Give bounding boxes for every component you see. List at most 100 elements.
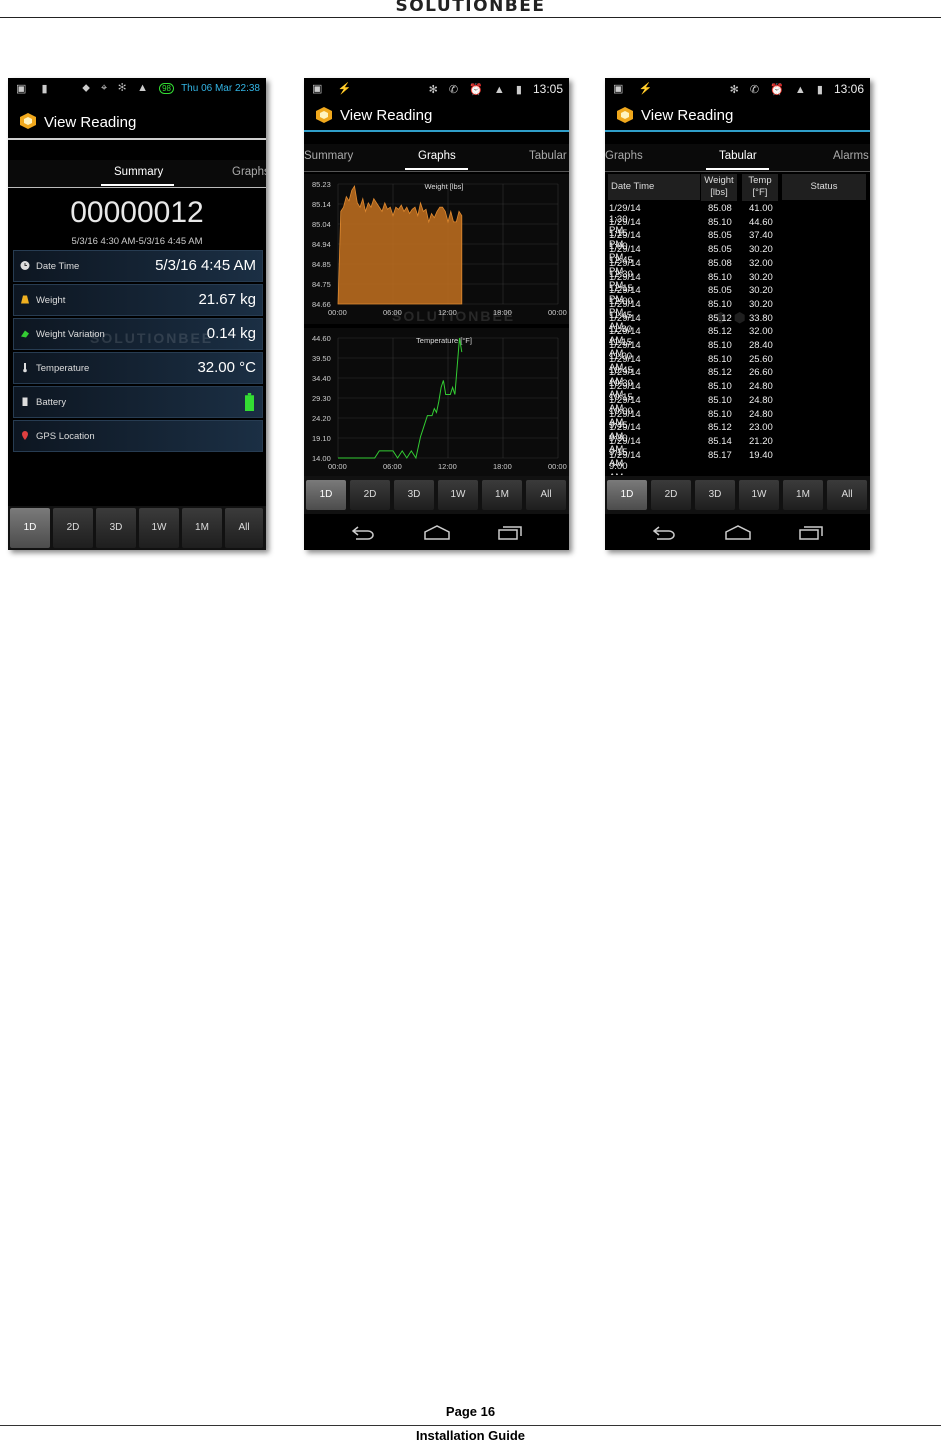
back-icon[interactable] — [651, 524, 677, 540]
tab-alarms[interactable]: Alarms — [833, 150, 869, 162]
page-number: Page 16 — [445, 1404, 496, 1419]
y-tick-label: 24.20 — [312, 414, 331, 423]
cell-weight: 85.05 — [708, 230, 732, 242]
cell-weight: 85.05 — [708, 285, 732, 297]
tab-strip-divider — [8, 187, 266, 188]
tab-summary[interactable]: Summary — [304, 150, 353, 162]
header-rule — [0, 17, 941, 18]
column-header-datetime: Date Time — [608, 174, 700, 200]
active-tab-indicator — [101, 184, 174, 186]
range-button-1d[interactable]: 1D — [10, 508, 50, 548]
y-tick-label: 85.14 — [312, 200, 331, 209]
tab-graphs[interactable]: Graphs — [605, 150, 643, 162]
range-button-all[interactable]: All — [827, 480, 867, 510]
cell-weight: 85.10 — [708, 271, 732, 283]
row-label: GPS Location — [36, 431, 95, 442]
tab-tabular[interactable]: Tabular — [529, 150, 567, 162]
range-button-3d[interactable]: 3D — [96, 508, 136, 548]
cell-weight: 85.05 — [708, 244, 732, 256]
range-button-1m[interactable]: 1M — [182, 508, 222, 548]
chart-title: Weight [lbs] — [424, 182, 463, 191]
weight-icon — [21, 295, 29, 304]
cell-weight: 85.12 — [708, 367, 732, 379]
x-tick-label: 18:00 — [493, 462, 512, 471]
range-button-3d[interactable]: 3D — [394, 480, 434, 510]
cell-weight: 85.08 — [708, 203, 732, 214]
back-icon[interactable] — [350, 524, 376, 540]
y-tick-label: 29.30 — [312, 394, 331, 403]
battery-icon — [22, 397, 28, 406]
phone-screenshot-tabular: ▣ ⚡ ✻ ✆ ⏰ ▲ ▮ 13:06 View Reading Graphs … — [605, 78, 870, 550]
weight-variation-icon — [21, 330, 29, 338]
footer-guide-title: Installation Guide — [415, 1428, 526, 1443]
range-button-3d[interactable]: 3D — [695, 480, 735, 510]
row-label: Battery — [36, 397, 67, 408]
action-bar-divider — [605, 130, 870, 132]
system-nav-bar — [605, 514, 870, 550]
range-button-2d[interactable]: 2D — [350, 480, 390, 510]
range-button-1d[interactable]: 1D — [607, 480, 647, 510]
row-label: Date Time — [36, 261, 80, 272]
cell-temp: 19.40 — [749, 449, 773, 461]
system-icons: ✻ ✆ ⏰ ▲ ▮ 13:06 — [729, 82, 864, 96]
tab-tabular[interactable]: Tabular — [719, 150, 757, 162]
cell-temp: 24.80 — [749, 408, 773, 420]
range-button-2d[interactable]: 2D — [53, 508, 93, 548]
cell-temp: 24.80 — [749, 381, 773, 393]
range-button-1w[interactable]: 1W — [139, 508, 179, 548]
solutionbee-watermark: ⬢ ⬢ — [715, 310, 748, 325]
cell-temp: 25.60 — [749, 353, 773, 365]
thermometer-icon — [23, 363, 27, 373]
cell-temp: 26.60 — [749, 367, 773, 379]
phone-screenshot-graphs: ▣ ⚡ ✻ ✆ ⏰ ▲ ▮ 13:05 View Reading Summary… — [304, 78, 569, 550]
range-selector: 1D 2D 3D 1W 1M All — [304, 476, 569, 514]
clock-icon — [20, 261, 30, 270]
range-button-1w[interactable]: 1W — [739, 480, 779, 510]
range-button-2d[interactable]: 2D — [651, 480, 691, 510]
y-tick-label: 84.75 — [312, 280, 331, 289]
y-tick-label: 85.23 — [312, 180, 331, 189]
column-header-temp: Temp [°F] — [742, 174, 778, 201]
app-title: View Reading — [44, 114, 137, 131]
cell-weight: 85.10 — [708, 216, 732, 228]
recent-apps-icon[interactable] — [798, 524, 824, 540]
x-tick-label: 00:00 — [328, 462, 347, 471]
solutionbee-watermark: SOLUTIONBEE — [392, 308, 516, 324]
weight-chart: 85.2385.1485.0484.9484.8584.7584.6600:00… — [304, 174, 569, 324]
app-title: View Reading — [641, 107, 734, 124]
action-bar: View Reading — [605, 100, 870, 132]
tab-strip-divider — [605, 171, 870, 172]
home-icon[interactable] — [423, 524, 451, 540]
range-button-1m[interactable]: 1M — [783, 480, 823, 510]
cell-weight: 85.10 — [708, 340, 732, 351]
range-button-all[interactable]: All — [526, 480, 566, 510]
tab-summary[interactable]: Summary — [114, 166, 163, 178]
tab-graphs[interactable]: Graphs — [232, 166, 266, 178]
x-tick-label: 00:00 — [548, 462, 567, 471]
range-button-1d[interactable]: 1D — [306, 480, 346, 510]
summary-row-datetime: Date Time 5/3/16 4:45 AM — [13, 250, 263, 282]
recent-apps-icon[interactable] — [497, 524, 523, 540]
y-tick-label: 84.94 — [312, 240, 331, 249]
bee-logo-icon — [617, 107, 633, 123]
y-tick-label: 39.50 — [312, 354, 331, 363]
range-button-all[interactable]: All — [225, 508, 263, 548]
cell-weight: 85.12 — [708, 326, 732, 338]
y-tick-label: 34.40 — [312, 374, 331, 383]
y-tick-label: 19.10 — [312, 434, 331, 443]
solutionbee-watermark: SOLUTIONBEE — [90, 330, 214, 346]
summary-row-gps[interactable]: GPS Location — [13, 420, 263, 452]
map-pin-icon — [22, 431, 28, 440]
system-nav-bar — [304, 514, 569, 550]
chart-title: Temperature [°F] — [416, 336, 472, 345]
tab-graphs[interactable]: Graphs — [418, 150, 456, 162]
cell-temp: 33.80 — [749, 312, 773, 324]
range-button-1w[interactable]: 1W — [438, 480, 478, 510]
cell-temp: 30.20 — [749, 244, 773, 256]
cell-weight: 85.10 — [708, 353, 732, 365]
range-button-1m[interactable]: 1M — [482, 480, 522, 510]
home-icon[interactable] — [724, 524, 752, 540]
cell-temp: 23.00 — [749, 422, 773, 434]
tab-strip: Summary Graphs — [8, 160, 266, 188]
tab-strip: Summary Graphs Tabular — [304, 144, 569, 172]
